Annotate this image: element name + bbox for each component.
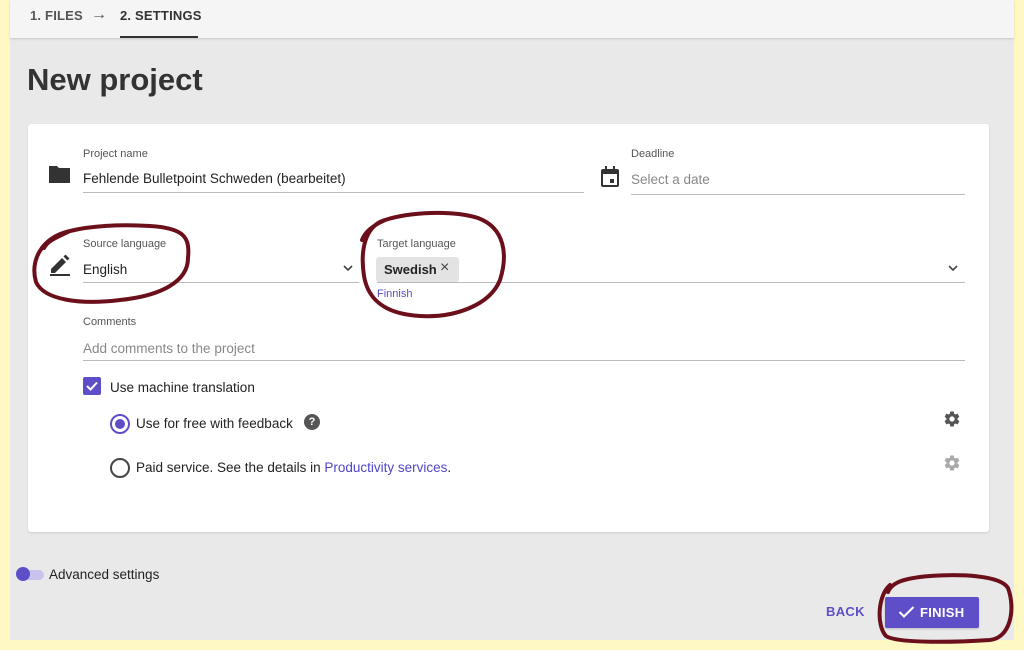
app-window: 1. FILES → 2. SETTINGS New project Proje… [10,0,1014,640]
target-language-chip: Swedish × [376,257,459,282]
comments-underline [83,360,965,361]
arrow-right-icon: → [91,6,107,23]
machine-translation-label: Use machine translation [110,380,255,395]
project-name-underline [83,192,584,193]
language-suggestion-link[interactable]: Finnish [377,288,412,300]
chevron-down-icon[interactable] [948,264,958,272]
finish-label: FINISH [920,605,965,620]
gear-icon [944,455,960,471]
source-language-underline [83,282,359,283]
project-name-input[interactable]: Fehlende Bulletpoint Schweden (bearbeite… [83,171,346,186]
step-settings[interactable]: 2. SETTINGS [120,8,202,23]
paid-service-label: Paid service. See the details in Product… [136,460,451,475]
comments-input[interactable]: Add comments to the project [83,341,255,356]
chip-label: Swedish [384,262,437,277]
deadline-label: Deadline [631,148,675,160]
machine-translation-checkbox[interactable] [83,377,101,395]
gear-icon[interactable] [943,410,961,428]
source-language-select[interactable]: English [83,262,127,277]
target-language-underline [377,282,965,283]
deadline-input[interactable]: Select a date [631,172,710,187]
target-language-label: Target language [377,238,456,250]
free-feedback-label: Use for free with feedback [136,416,293,431]
pencil-icon [50,254,70,276]
settings-card: Project name Fehlende Bulletpoint Schwed… [28,124,989,532]
paid-service-text: Paid service. See the details in [136,460,325,475]
advanced-settings-label: Advanced settings [49,567,160,582]
back-button[interactable]: BACK [826,604,865,619]
deadline-underline [631,194,965,195]
paid-service-radio[interactable] [110,458,130,478]
finish-button[interactable]: FINISH [885,597,979,628]
advanced-settings-toggle[interactable] [16,567,30,581]
paid-service-suffix: . [447,460,452,475]
chevron-down-icon[interactable] [343,264,353,272]
check-icon [898,606,915,618]
folder-icon [49,166,70,183]
active-step-indicator [120,36,198,38]
close-icon[interactable]: × [440,259,449,277]
project-name-label: Project name [83,148,148,160]
stepper-bar: 1. FILES → 2. SETTINGS [10,0,1014,38]
source-language-label: Source language [83,238,167,250]
productivity-services-link[interactable]: Productivity services [324,460,447,475]
step-files[interactable]: 1. FILES [30,8,83,23]
check-icon [86,381,98,391]
calendar-icon[interactable] [600,166,620,188]
help-icon[interactable]: ? [304,414,320,430]
page-title: New project [27,62,203,97]
comments-label: Comments [83,316,137,328]
free-feedback-radio[interactable] [110,414,130,434]
